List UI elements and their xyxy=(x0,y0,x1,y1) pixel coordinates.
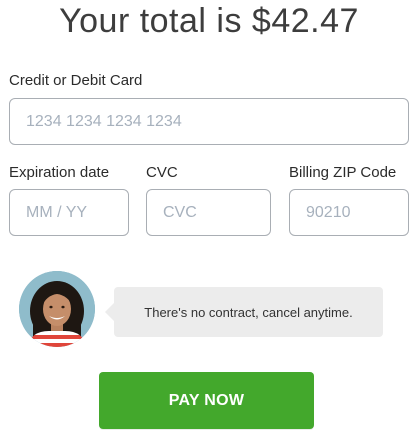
card-number-input[interactable] xyxy=(9,98,409,145)
card-label: Credit or Debit Card xyxy=(9,72,143,89)
pay-now-button[interactable]: PAY NOW xyxy=(99,372,314,429)
info-message: There's no contract, cancel anytime. xyxy=(105,287,383,337)
expiration-label: Expiration date xyxy=(9,164,110,181)
zip-label: Billing ZIP Code xyxy=(289,164,397,181)
person-photo-icon xyxy=(19,271,95,347)
cvc-input[interactable] xyxy=(146,189,271,236)
expiration-input[interactable] xyxy=(9,189,129,236)
support-avatar xyxy=(19,271,95,347)
cvc-label: CVC xyxy=(146,164,178,181)
info-message-text: There's no contract, cancel anytime. xyxy=(144,304,353,320)
total-heading: Your total is $42.47 xyxy=(59,2,359,40)
zip-input[interactable] xyxy=(289,189,409,236)
